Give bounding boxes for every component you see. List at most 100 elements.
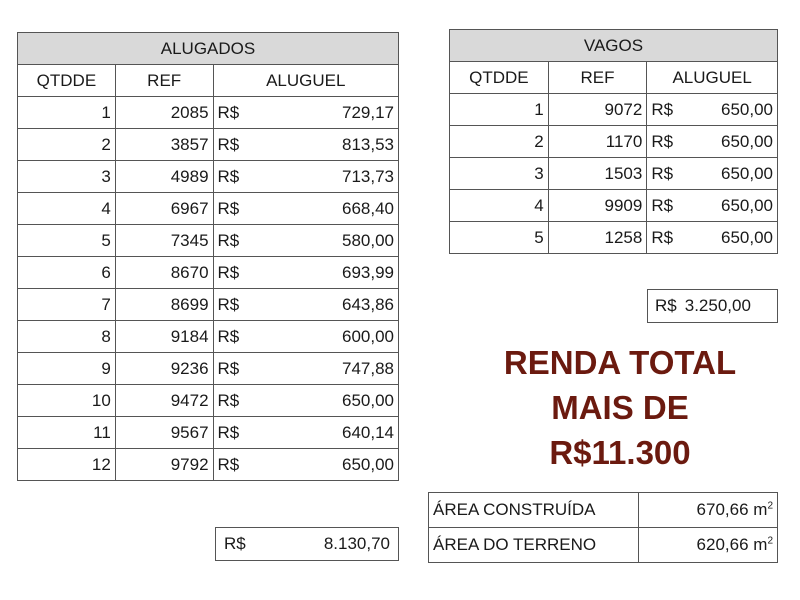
currency-cell: R$ xyxy=(212,448,259,481)
vagos-rows: 1 9072 R$ 650,00 2 1170 R$ 650,00 3 1503 R$ 650,00 4… xyxy=(449,93,778,254)
qty-cell: 1 xyxy=(17,96,116,129)
ref-cell: 8670 xyxy=(114,256,214,289)
rent-value-cell: 650,00 xyxy=(691,125,778,158)
currency-cell: R$ xyxy=(212,160,259,193)
ref-cell: 4989 xyxy=(114,160,214,193)
ref-cell: 9072 xyxy=(547,93,648,126)
header-ref: REF xyxy=(114,64,214,97)
rent-value-cell: 668,40 xyxy=(258,192,399,225)
currency-cell: R$ xyxy=(646,189,692,222)
header-qtdde: QTDDE xyxy=(449,61,549,94)
rent-value-cell: 650,00 xyxy=(691,93,778,126)
vagos-table: VAGOS QTDDE REF ALUGUEL 1 9072 R$ 650,00 2 11… xyxy=(449,29,778,254)
renda-line-1: RENDA TOTAL xyxy=(503,344,737,381)
header-aluguel: ALUGUEL xyxy=(212,64,400,97)
rent-value-cell: 650,00 xyxy=(258,384,399,417)
ref-cell: 9567 xyxy=(114,416,214,449)
area-table: ÁREA CONSTRUÍDA 670,66 m2 ÁREA DO TERREN… xyxy=(427,492,778,563)
table-row: 9 9236 R$ 747,88 xyxy=(17,352,399,385)
qty-cell: 9 xyxy=(17,352,116,385)
table-row: 5 7345 R$ 580,00 xyxy=(17,224,399,257)
ref-cell: 9909 xyxy=(547,189,648,222)
currency-cell: R$ xyxy=(646,157,692,190)
rent-value-cell: 713,73 xyxy=(258,160,399,193)
renda-total-heading: RENDA TOTAL MAIS DE R$11.300 xyxy=(470,340,770,475)
ref-cell: 6967 xyxy=(114,192,214,225)
vagos-total: R$ 3.250,00 xyxy=(647,289,778,323)
ref-cell: 7345 xyxy=(114,224,214,257)
currency-cell: R$ xyxy=(212,320,259,353)
rent-value-cell: 693,99 xyxy=(258,256,399,289)
qty-cell: 3 xyxy=(449,157,549,190)
table-row: 4 9909 R$ 650,00 xyxy=(449,189,778,222)
table-row: 2 3857 R$ 813,53 xyxy=(17,128,399,161)
ref-cell: 1503 xyxy=(547,157,648,190)
currency-cell: R$ xyxy=(646,125,692,158)
rent-value-cell: 650,00 xyxy=(691,157,778,190)
qty-cell: 5 xyxy=(17,224,116,257)
currency-cell: R$ xyxy=(212,128,259,161)
qty-cell: 4 xyxy=(449,189,549,222)
area-terreno-cell: 620,66 m2 xyxy=(638,527,778,563)
unit-exponent: 2 xyxy=(767,500,773,512)
table-row: 8 9184 R$ 600,00 xyxy=(17,320,399,353)
renda-line-3: R$11.300 xyxy=(549,434,691,471)
vagos-total-currency: R$ xyxy=(655,296,677,315)
table-row: 5 1258 R$ 650,00 xyxy=(449,221,778,254)
ref-cell: 3857 xyxy=(114,128,214,161)
alugados-title: ALUGADOS xyxy=(17,32,399,65)
ref-cell: 2085 xyxy=(114,96,214,129)
rent-value-cell: 650,00 xyxy=(691,189,778,222)
rent-value-cell: 580,00 xyxy=(258,224,399,257)
qty-cell: 6 xyxy=(17,256,116,289)
rent-value-cell: 729,17 xyxy=(258,96,399,129)
header-aluguel: ALUGUEL xyxy=(646,61,778,94)
qty-cell: 12 xyxy=(17,448,116,481)
qty-cell: 7 xyxy=(17,288,116,321)
area-construida-cell: 670,66 m2 xyxy=(638,492,778,528)
header-ref: REF xyxy=(547,61,648,94)
rent-value-cell: 650,00 xyxy=(691,221,778,254)
ref-cell: 1258 xyxy=(547,221,648,254)
ref-cell: 8699 xyxy=(114,288,214,321)
table-row: 3 4989 R$ 713,73 xyxy=(17,160,399,193)
table-row: 10 9472 R$ 650,00 xyxy=(17,384,399,417)
ref-cell: 9472 xyxy=(114,384,214,417)
unit-exponent: 2 xyxy=(767,535,773,547)
currency-cell: R$ xyxy=(212,384,259,417)
qty-cell: 4 xyxy=(17,192,116,225)
vagos-title: VAGOS xyxy=(449,29,778,62)
ref-cell: 9236 xyxy=(114,352,214,385)
rent-value-cell: 600,00 xyxy=(258,320,399,353)
table-row: 1 9072 R$ 650,00 xyxy=(449,93,778,126)
area-terreno-value: 620,66 m xyxy=(696,535,768,554)
rent-value-cell: 747,88 xyxy=(258,352,399,385)
vagos-total-value: 3.250,00 xyxy=(684,296,751,315)
rent-value-cell: 640,14 xyxy=(258,416,399,449)
currency-cell: R$ xyxy=(212,288,259,321)
ref-cell: 9184 xyxy=(114,320,214,353)
ref-cell: 9792 xyxy=(114,448,214,481)
qty-cell: 1 xyxy=(449,93,549,126)
table-row: 4 6967 R$ 668,40 xyxy=(17,192,399,225)
rent-value-cell: 650,00 xyxy=(258,448,399,481)
currency-cell: R$ xyxy=(212,96,259,129)
qty-cell: 2 xyxy=(17,128,116,161)
area-terreno-row: ÁREA DO TERRENO 620,66 m2 xyxy=(427,527,778,563)
currency-cell: R$ xyxy=(646,93,692,126)
qty-cell: 2 xyxy=(449,125,549,158)
table-row: 2 1170 R$ 650,00 xyxy=(449,125,778,158)
area-construida-label: ÁREA CONSTRUÍDA xyxy=(427,492,640,528)
table-row: 12 9792 R$ 650,00 xyxy=(17,448,399,481)
area-construida-row: ÁREA CONSTRUÍDA 670,66 m2 xyxy=(427,492,778,528)
qty-cell: 5 xyxy=(449,221,549,254)
rent-value-cell: 813,53 xyxy=(258,128,399,161)
alugados-table: ALUGADOS QTDDE REF ALUGUEL 1 2085 R$ 729,17… xyxy=(17,32,400,481)
qty-cell: 11 xyxy=(17,416,116,449)
table-row: 3 1503 R$ 650,00 xyxy=(449,157,778,190)
currency-cell: R$ xyxy=(212,192,259,225)
renda-line-2: MAIS DE xyxy=(551,389,689,426)
alugados-total-value: 8.130,70 xyxy=(323,534,390,553)
qty-cell: 8 xyxy=(17,320,116,353)
qty-cell: 10 xyxy=(17,384,116,417)
